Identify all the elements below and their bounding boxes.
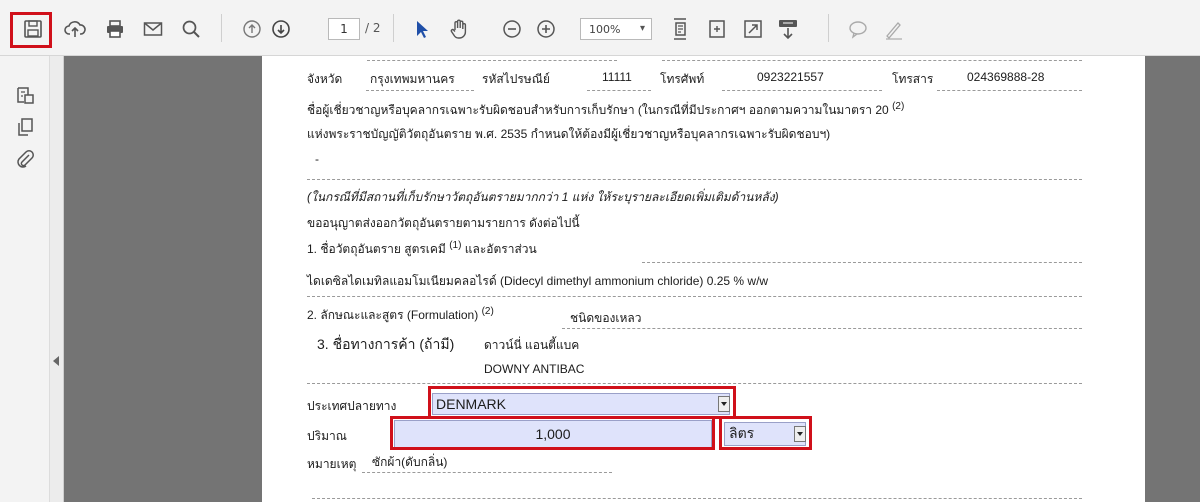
dashed-line [362,472,612,473]
zoom-out-icon[interactable] [500,16,524,42]
bookmark-icon[interactable] [14,84,36,106]
fullscreen-icon[interactable] [741,16,765,42]
item2-label: 2. ลักษณะและสูตร (Formulation) (2) [307,306,494,325]
dashed-line [587,90,651,91]
fit-page-icon[interactable] [668,16,692,42]
request-line: ขออนุญาตส่งออกวัตถุอันตรายตามรายการ ดังต… [307,216,580,230]
item1-label: 1. ชื่อวัตถุอันตราย สูตรเคมี (1) และอัตร… [307,240,537,259]
dashed-line [367,60,617,61]
attachment-icon[interactable] [14,148,36,170]
toolbar-separator [828,14,829,42]
dashed-line [662,60,1082,61]
left-panel [0,56,50,502]
page-up-icon[interactable] [239,16,265,42]
page-total: / 2 [365,21,381,35]
hand-icon[interactable] [446,16,472,42]
item3-label: 3. ชื่อทางการค้า (ถ้ามี) [317,336,455,352]
dashed-line [722,90,882,91]
toolbar-separator [221,14,222,42]
quantity-highlight [390,416,715,450]
fax-label: โทรสาร [892,72,934,86]
save-icon[interactable] [20,16,46,42]
quantity-label: ปริมาณ [307,429,347,443]
toolbar: 1 / 2 100% ▾ [0,0,1200,56]
dashed-line [307,179,1082,180]
collapse-arrow-icon[interactable] [53,356,59,366]
remark-label: หมายเหตุ [307,457,357,471]
toolbar-separator [393,14,394,42]
chevron-down-icon: ▾ [639,23,645,34]
read-mode-icon[interactable] [776,16,800,42]
country-highlight [428,386,736,419]
print-icon[interactable] [102,16,128,42]
postal-label: รหัสไปรษณีย์ [482,72,550,86]
responsible-person-line1: ชื่อผู้เชี่ยวชาญหรือบุคลากรเฉพาะรับผิดชอ… [307,101,904,120]
storage-note: (ในกรณีที่มีสถานที่เก็บรักษาวัตถุอันตราย… [307,190,779,204]
phone-value: 0923221557 [757,70,824,84]
select-cursor-icon[interactable] [410,16,434,42]
panel-collapse-strip[interactable] [50,56,64,502]
responsible-person-line2: แห่งพระราชบัญญัติวัตถุอันตราย พ.ศ. 2535 … [307,127,831,141]
unit-highlight [719,416,812,450]
document-page: จังหวัด กรุงเทพมหานคร รหัสไปรษณีย์ 11111… [262,56,1145,502]
zoom-value: 100% [589,22,621,36]
pages-icon[interactable] [14,116,36,138]
dashed-line [312,498,1082,499]
dashed-line [307,296,1082,297]
footnote-marker: (2) [892,101,905,112]
dashed-line [562,328,1082,329]
item2-label-text: 2. ลักษณะและสูตร (Formulation) [307,308,479,322]
footnote-marker: (1) [449,240,462,251]
comment-icon[interactable] [846,16,870,42]
item1-label-text: 1. ชื่อวัตถุอันตราย สูตรเคมี [307,242,446,256]
province-label: จังหวัด [307,72,343,86]
email-icon[interactable] [140,16,166,42]
footnote-marker: (2) [481,306,494,317]
phone-label: โทรศัพท์ [660,72,705,86]
page-down-icon[interactable] [268,16,294,42]
dashed-line [307,383,1082,384]
page-number-input[interactable]: 1 [328,18,360,40]
item3-value-th: ดาวน์นี่ แอนตี้แบค [484,338,580,352]
remark-value: ซักผ้า(ดับกลิ่น) [372,455,448,469]
zoom-select[interactable]: 100% ▾ [580,18,652,40]
item2-value: ชนิดของเหลว [570,311,642,325]
responsible-person-text: ชื่อผู้เชี่ยวชาญหรือบุคลากรเฉพาะรับผิดชอ… [307,103,889,117]
responsible-person-value: - [315,152,319,166]
fit-width-icon[interactable] [705,16,729,42]
search-icon[interactable] [178,16,204,42]
zoom-in-icon[interactable] [534,16,558,42]
item3-value-en: DOWNY ANTIBAC [484,362,585,376]
item1-value: ไดเดซิลไดเมทิลแอมโมเนียมคลอไรด์ (Didecyl… [307,274,769,288]
dashed-line [366,90,474,91]
dashed-line [642,262,1082,263]
upload-icon[interactable] [62,16,88,42]
sign-icon[interactable] [882,16,906,42]
item1-label-suffix: และอัตราส่วน [464,242,537,256]
country-label: ประเทศปลายทาง [307,399,397,413]
province-value: กรุงเทพมหานคร [370,72,455,86]
fax-value: 024369888-28 [967,70,1045,84]
dashed-line [937,90,1082,91]
postal-value: 11111 [602,70,632,84]
